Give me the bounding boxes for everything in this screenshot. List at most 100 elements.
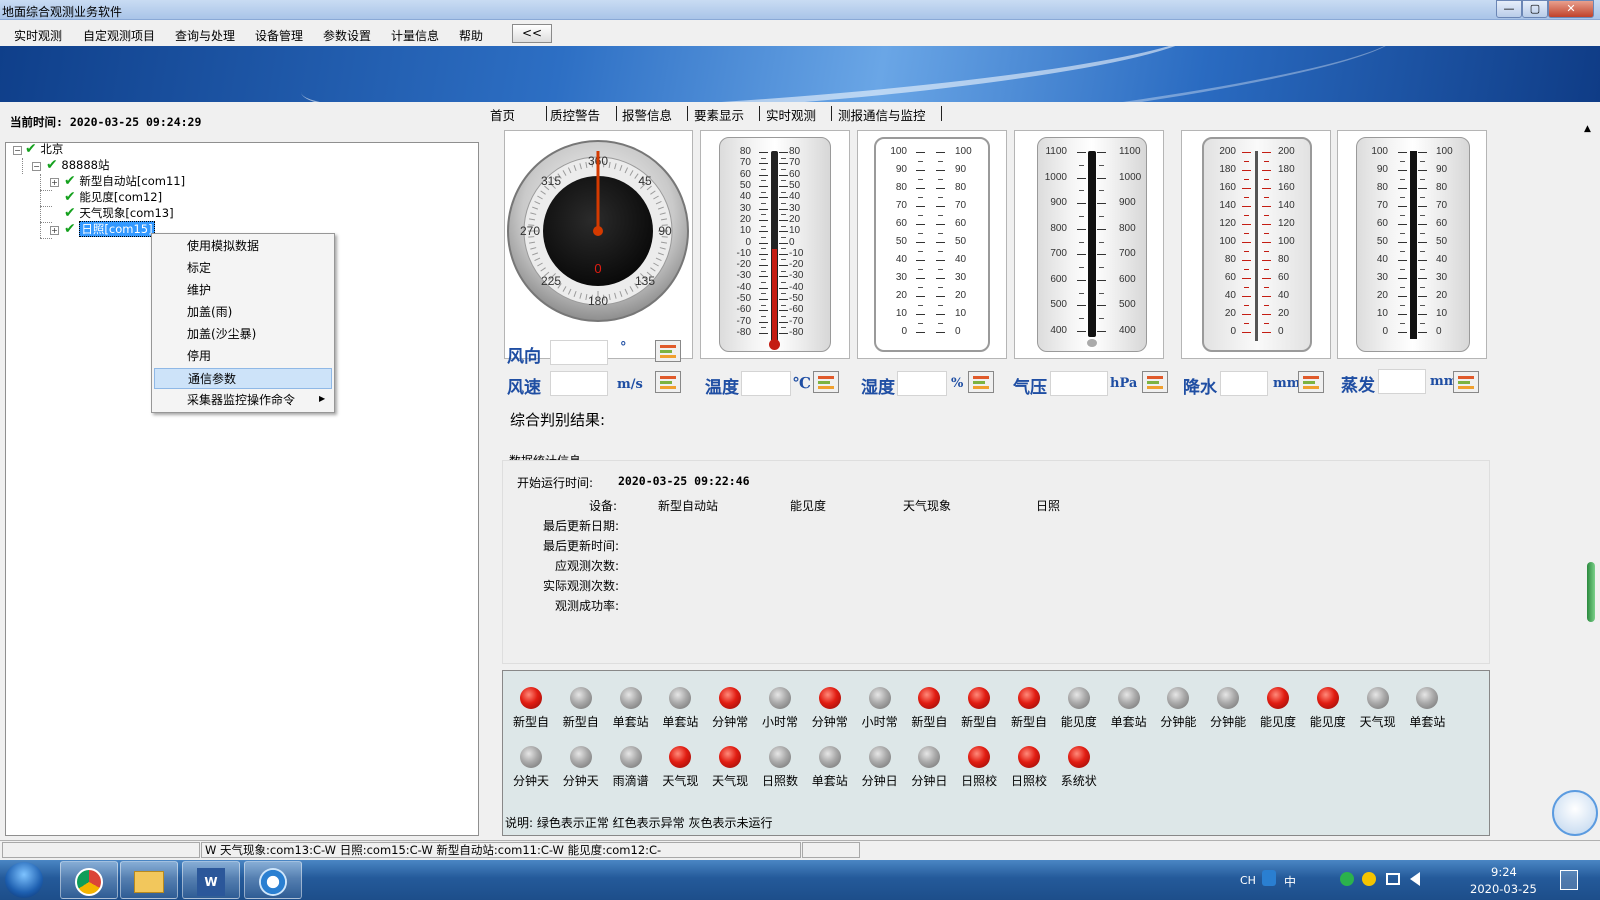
wind-speed-input[interactable] — [550, 371, 608, 396]
stats-panel: 开始运行时间: 2020-03-25 09:22:46 设备: 新型自动站 能见… — [502, 460, 1490, 664]
temp-chart-button[interactable] — [813, 371, 839, 393]
start-button-icon[interactable] — [5, 862, 43, 898]
taskbar: W CH 中 9:24 2020-03-25 — [0, 860, 1600, 900]
tree-node-aws[interactable]: ✔ 新型自动站[com11] — [64, 173, 185, 189]
wind-speed-chart-button[interactable] — [655, 371, 681, 393]
scale-tick — [759, 208, 768, 210]
scale-label: 30 — [1376, 272, 1388, 283]
expand-toggle[interactable]: + — [50, 226, 59, 235]
tab-qc-warning[interactable]: 质控警告 — [550, 105, 600, 124]
scale-minor-tick — [1264, 215, 1269, 216]
menu-item-comm-params[interactable]: 通信参数 — [154, 368, 332, 389]
check-icon: ✔ — [64, 221, 76, 237]
explorer-taskbar-icon[interactable] — [120, 861, 178, 899]
status-lamp — [1416, 687, 1439, 709]
scale-label: 0 — [955, 326, 961, 337]
menu-query[interactable]: 查询与处理 — [175, 27, 235, 44]
menu-item-calibrate[interactable]: 标定 — [154, 258, 332, 279]
tray-network-icon[interactable] — [1386, 873, 1400, 885]
scale-minor-tick — [1400, 269, 1405, 270]
collapse-root-toggle[interactable]: − — [13, 146, 22, 155]
rain-chart-button[interactable] — [1298, 371, 1324, 393]
scale-minor-tick — [1420, 215, 1425, 216]
menu-params[interactable]: 参数设置 — [323, 27, 371, 44]
chrome-taskbar-icon[interactable] — [60, 861, 118, 899]
tree-node-beijing[interactable]: ✔ 北京 — [25, 141, 63, 157]
scale-label: 60 — [739, 168, 751, 180]
scale-label: 100 — [1371, 146, 1388, 157]
word-taskbar-icon[interactable]: W — [182, 861, 240, 899]
scale-minor-tick — [918, 323, 923, 324]
scale-minor-tick — [781, 168, 786, 170]
tray-lang[interactable]: CH — [1240, 874, 1256, 887]
tray-volume-icon[interactable] — [1410, 872, 1420, 886]
menu-item-simulate[interactable]: 使用模拟数据 — [154, 236, 332, 257]
menu-item-cover-rain[interactable]: 加盖(雨) — [154, 302, 332, 323]
tab-realtime[interactable]: 实时观测 — [766, 105, 816, 124]
tab-comm-monitor[interactable]: 测报通信与监控 — [838, 105, 926, 124]
tray-app-icon[interactable] — [1340, 872, 1354, 886]
scale-minor-tick — [1099, 215, 1104, 217]
tab-alarms[interactable]: 报警信息 — [622, 105, 672, 124]
humid-input[interactable] — [897, 371, 947, 396]
status-lamp-label: 分钟能 — [1160, 715, 1197, 729]
tree-node-station[interactable]: ✔ 88888站 — [46, 157, 109, 173]
menu-custom-items[interactable]: 自定观测项目 — [83, 27, 155, 44]
menu-item-collector-commands[interactable]: 采集器监控操作命令 — [154, 390, 332, 411]
scale-label: -30 — [789, 270, 804, 282]
evap-input[interactable] — [1378, 369, 1426, 394]
menu-item-cover-dust[interactable]: 加盖(沙尘暴) — [154, 324, 332, 345]
menu-metrology[interactable]: 计量信息 — [391, 27, 439, 44]
scroll-thumb[interactable] — [1587, 562, 1595, 622]
scale-minor-tick — [1400, 161, 1405, 162]
scroll-up-icon[interactable]: ▲ — [1584, 124, 1591, 134]
maximize-button[interactable]: ▢ — [1522, 0, 1548, 18]
tree-node-sunshine[interactable]: ✔ 日照[com15] — [64, 221, 155, 237]
scale-label: 100 — [890, 146, 907, 157]
device-label: 设备: — [589, 499, 618, 513]
collapse-button[interactable]: << — [512, 24, 552, 43]
menu-device[interactable]: 设备管理 — [255, 27, 303, 44]
rain-input[interactable] — [1220, 371, 1268, 396]
tree-node-visibility[interactable]: ✔ 能见度[com12] — [64, 189, 162, 205]
tab-home[interactable]: 首页 — [490, 105, 515, 124]
menu-item-disable[interactable]: 停用 — [154, 346, 332, 367]
menu-item-maintain[interactable]: 维护 — [154, 280, 332, 301]
humid-chart-button[interactable] — [968, 371, 994, 393]
assistant-robot-icon[interactable] — [1552, 790, 1598, 836]
app-taskbar-icon[interactable] — [244, 861, 302, 899]
start-time-label: 开始运行时间: — [517, 476, 594, 490]
scale-tick — [1262, 206, 1271, 207]
expand-toggle[interactable]: + — [50, 178, 59, 187]
wind-dir-chart-button[interactable] — [655, 340, 681, 362]
scale-label: 40 — [1224, 290, 1236, 301]
scale-minor-tick — [918, 305, 923, 306]
context-menu: 使用模拟数据 标定 维护 加盖(雨) 加盖(沙尘暴) 停用 通信参数 采集器监控… — [151, 233, 335, 413]
scale-label: 60 — [1436, 218, 1448, 229]
minimize-button[interactable]: — — [1496, 0, 1522, 18]
tray-search-icon[interactable] — [1262, 870, 1276, 886]
tray-security-icon[interactable] — [1362, 872, 1376, 886]
tray-ime[interactable]: 中 — [1284, 873, 1296, 890]
temp-input[interactable] — [741, 371, 791, 396]
scale-label: 70 — [1376, 200, 1388, 211]
close-button[interactable]: ✕ — [1548, 0, 1594, 18]
press-input[interactable] — [1050, 371, 1108, 396]
tab-elements[interactable]: 要素显示 — [694, 105, 744, 124]
scale-label: 90 — [955, 164, 967, 175]
menu-help[interactable]: 帮助 — [459, 27, 483, 44]
vertical-scrollbar[interactable]: ▲ — [1580, 122, 1598, 836]
scale-tick — [936, 152, 945, 153]
press-chart-button[interactable] — [1142, 371, 1168, 393]
wind-dir-input[interactable] — [550, 340, 608, 365]
status-lamp-label: 新型自 — [961, 715, 998, 729]
scale-tick — [779, 152, 788, 153]
notification-icon[interactable] — [1560, 870, 1578, 890]
menu-realtime[interactable]: 实时观测 — [14, 27, 62, 44]
tree-node-weather[interactable]: ✔ 天气现象[com13] — [64, 205, 174, 221]
scale-minor-tick — [1244, 197, 1249, 198]
evap-chart-button[interactable] — [1453, 371, 1479, 393]
collapse-station-toggle[interactable]: − — [32, 162, 41, 171]
status-lamp — [1067, 687, 1090, 709]
tray-date: 2020-03-25 — [1470, 882, 1537, 896]
